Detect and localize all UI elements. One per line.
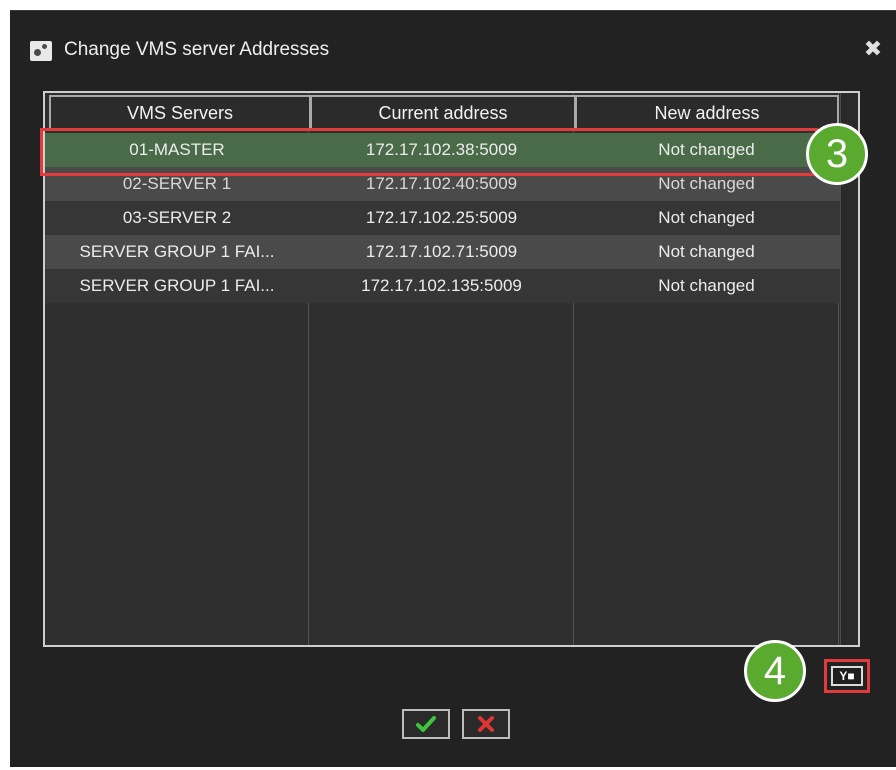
- cell-current-address: 172.17.102.25:5009: [365, 208, 518, 227]
- table-row[interactable]: 03-SERVER 2 172.17.102.25:5009 Not chang…: [45, 201, 841, 235]
- header-vms-servers[interactable]: VMS Servers: [49, 95, 311, 131]
- edit-address-button-highlighted[interactable]: Y■: [824, 659, 870, 693]
- cell-new-address: Not changed: [658, 174, 755, 193]
- close-button[interactable]: ✖: [862, 37, 884, 61]
- check-icon: [416, 716, 436, 732]
- cell-new-address: Not changed: [658, 140, 755, 159]
- table-row[interactable]: SERVER GROUP 1 FAI... 172.17.102.71:5009…: [45, 235, 841, 269]
- x-icon: [478, 716, 494, 732]
- table-row-selected[interactable]: 01-MASTER 172.17.102.38:5009 Not changed: [45, 133, 841, 167]
- cell-server: 02-SERVER 1: [122, 174, 232, 193]
- change-vms-dialog: Change VMS server Addresses ✖ VMS Server…: [10, 10, 896, 767]
- header-current-address[interactable]: Current address: [310, 95, 576, 131]
- dialog-title: Change VMS server Addresses: [64, 39, 330, 60]
- title-bar: Change VMS server Addresses ✖: [10, 11, 896, 85]
- cell-current-address: 172.17.102.71:5009: [365, 242, 518, 261]
- ok-button[interactable]: [402, 709, 450, 739]
- callout-badge-4: 4: [744, 640, 806, 702]
- cell-current-address: 172.17.102.135:5009: [361, 276, 522, 295]
- cell-server: SERVER GROUP 1 FAI...: [79, 242, 275, 261]
- cell-server: 01-MASTER: [129, 140, 225, 159]
- cell-server: 03-SERVER 2: [122, 208, 232, 227]
- cell-server: SERVER GROUP 1 FAI...: [79, 276, 275, 295]
- table-row[interactable]: SERVER GROUP 1 FAI... 172.17.102.135:500…: [45, 269, 841, 303]
- cell-new-address: Not changed: [658, 208, 755, 227]
- edit-address-button[interactable]: Y■: [831, 666, 863, 686]
- cell-current-address: 172.17.102.40:5009: [365, 174, 518, 193]
- callout-badge-3: 3: [806, 123, 868, 185]
- table-row[interactable]: 02-SERVER 1 172.17.102.40:5009 Not chang…: [45, 167, 841, 201]
- servers-table: VMS Servers Current address New address …: [43, 91, 860, 647]
- cell-new-address: Not changed: [658, 242, 755, 261]
- settings-app-icon: [30, 41, 52, 61]
- cancel-button[interactable]: [462, 709, 510, 739]
- cell-new-address: Not changed: [658, 276, 755, 295]
- header-new-address[interactable]: New address: [575, 95, 839, 131]
- cell-current-address: 172.17.102.38:5009: [365, 140, 518, 159]
